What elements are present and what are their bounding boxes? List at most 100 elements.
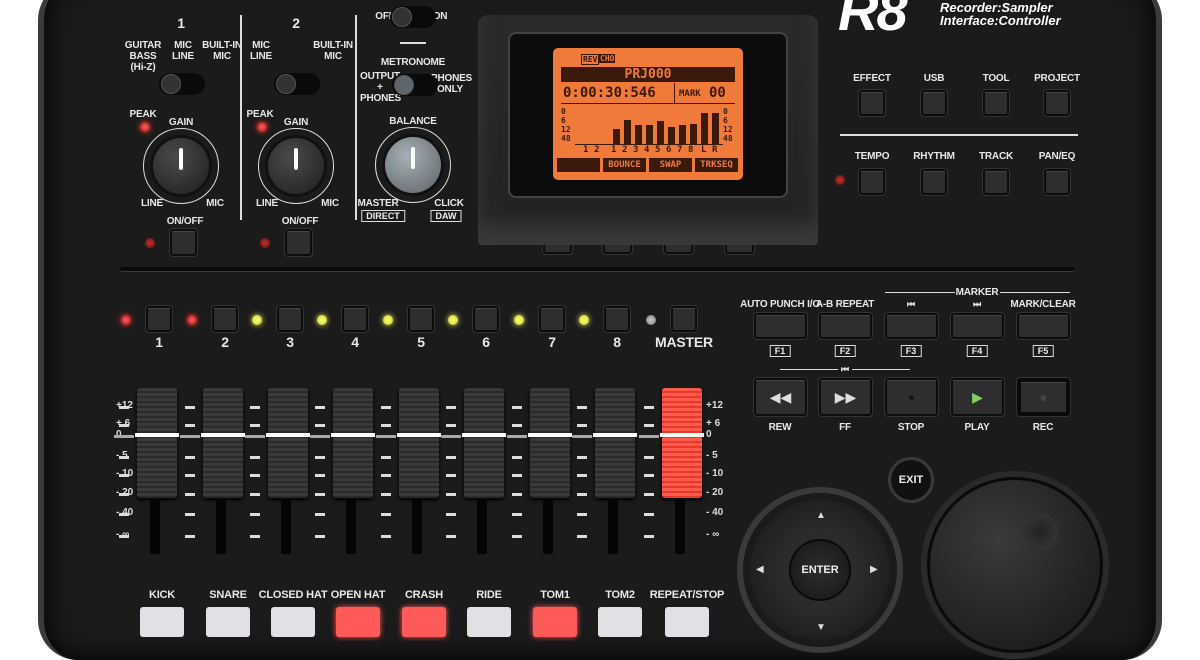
lcd-track-meter	[635, 125, 642, 144]
pad-tom2[interactable]	[598, 607, 642, 637]
function-key-button[interactable]	[754, 313, 807, 339]
transport-play-button[interactable]: ▶	[951, 378, 1004, 416]
exit-button[interactable]: EXIT	[888, 457, 934, 503]
pad-kick[interactable]	[140, 607, 184, 637]
master-fader[interactable]	[660, 388, 704, 498]
lcd-track-label: 6	[666, 145, 672, 155]
peak-led	[140, 122, 150, 132]
track-fader[interactable]	[397, 388, 441, 498]
fader-tick	[315, 424, 325, 427]
menu-button-effect[interactable]	[859, 90, 885, 116]
channel-on-off-button[interactable]	[170, 229, 197, 256]
pad-crash[interactable]	[402, 607, 446, 637]
lcd-scale-left: 48	[561, 134, 571, 143]
menu-button-track[interactable]	[983, 169, 1009, 195]
menu-button-pan-eq[interactable]	[1044, 169, 1070, 195]
onoff-label: ON/OFF	[166, 216, 204, 227]
pad-snare[interactable]	[206, 607, 250, 637]
fader-tick	[644, 513, 654, 516]
track-button-2[interactable]	[212, 306, 238, 332]
lcd-track-meter	[657, 120, 664, 144]
fader-tick	[250, 535, 260, 538]
track-button-master[interactable]	[671, 306, 697, 332]
track-button-5[interactable]	[408, 306, 434, 332]
track-button-6[interactable]	[473, 306, 499, 332]
pad-closed-hat[interactable]	[271, 607, 315, 637]
fader-tick	[446, 474, 456, 477]
channel-on-off-button[interactable]	[285, 229, 312, 256]
fader-tick	[639, 435, 659, 438]
metronome-label: METRONOME	[380, 57, 446, 68]
menu-label-tool: TOOL	[982, 73, 1010, 84]
transport-rec-button[interactable]: ●	[1017, 378, 1070, 416]
lcd-scale-right: 48	[723, 134, 733, 143]
cursor-up-icon[interactable]: ▲	[816, 510, 826, 521]
track-button-1[interactable]	[146, 306, 172, 332]
fader-tick	[119, 456, 129, 459]
lcd-badge-cho: CHO	[599, 54, 616, 63]
fader-tick	[250, 493, 260, 496]
pad-label: TOM2	[605, 589, 635, 601]
fader-tick	[119, 513, 129, 516]
function-key-button[interactable]	[951, 313, 1004, 339]
menu-button-rhythm[interactable]	[921, 169, 947, 195]
fader-tick	[381, 493, 391, 496]
cursor-left-icon[interactable]: ◀	[756, 564, 764, 575]
track-fader[interactable]	[266, 388, 310, 498]
track-label: 1	[155, 334, 163, 350]
fader-tick	[119, 493, 129, 496]
jog-dial[interactable]	[927, 477, 1103, 653]
fader-zero-line	[135, 433, 179, 437]
transport-ff-button[interactable]: ▶▶	[819, 378, 872, 416]
phantom-switch[interactable]	[390, 6, 436, 28]
transport-stop-icon: ■	[909, 392, 914, 402]
pad-ride[interactable]	[467, 607, 511, 637]
pad-repeat-stop[interactable]	[665, 607, 709, 637]
gain-knob[interactable]	[153, 138, 209, 194]
menu-button-usb[interactable]	[921, 90, 947, 116]
transport-rec-icon: ●	[1039, 389, 1048, 405]
menu-button-project[interactable]	[1044, 90, 1070, 116]
track-fader[interactable]	[331, 388, 375, 498]
function-key-button[interactable]	[1017, 313, 1070, 339]
input-select-switch[interactable]	[274, 73, 320, 95]
track-button-3[interactable]	[277, 306, 303, 332]
lcd-time-counter: 0:00:30:546	[563, 85, 656, 101]
menu-button-tool[interactable]	[983, 90, 1009, 116]
track-fader[interactable]	[135, 388, 179, 498]
metronome-switch[interactable]	[392, 74, 438, 96]
lcd-scale-left: 6	[561, 116, 566, 125]
fader-zero-line	[660, 433, 704, 437]
track-fader[interactable]	[528, 388, 572, 498]
track-fader[interactable]	[201, 388, 245, 498]
input-select-switch[interactable]	[159, 73, 205, 95]
fader-tick	[572, 435, 592, 438]
track-button-8[interactable]	[604, 306, 630, 332]
lcd-soft-key-label: BOUNCE	[603, 158, 646, 172]
track-fader[interactable]	[462, 388, 506, 498]
fader-slot	[675, 500, 685, 554]
balance-knob[interactable]	[385, 137, 441, 193]
track-fader[interactable]	[593, 388, 637, 498]
fader-zero-line	[266, 433, 310, 437]
transport-rew-button[interactable]: ◀◀	[754, 378, 807, 416]
track-button-4[interactable]	[342, 306, 368, 332]
menu-button-tempo[interactable]	[859, 169, 885, 195]
divider	[355, 15, 357, 220]
fader-tick	[644, 456, 654, 459]
pad-open-hat[interactable]	[336, 607, 380, 637]
track-button-7[interactable]	[539, 306, 565, 332]
transport-stop-button[interactable]: ■	[885, 378, 938, 416]
function-key-button[interactable]	[885, 313, 938, 339]
cursor-right-icon[interactable]: ▶	[870, 564, 878, 575]
f-key-label: F3	[900, 345, 922, 357]
function-key-label: ⏮	[907, 299, 915, 309]
pad-tom1[interactable]	[533, 607, 577, 637]
enter-label: ENTER	[801, 564, 839, 576]
function-key-button[interactable]	[819, 313, 872, 339]
fader-tick	[512, 456, 522, 459]
enter-button[interactable]: ENTER	[789, 539, 851, 601]
gain-knob[interactable]	[268, 138, 324, 194]
fader-tick	[315, 493, 325, 496]
fader-scale-right: + 6	[706, 418, 721, 429]
